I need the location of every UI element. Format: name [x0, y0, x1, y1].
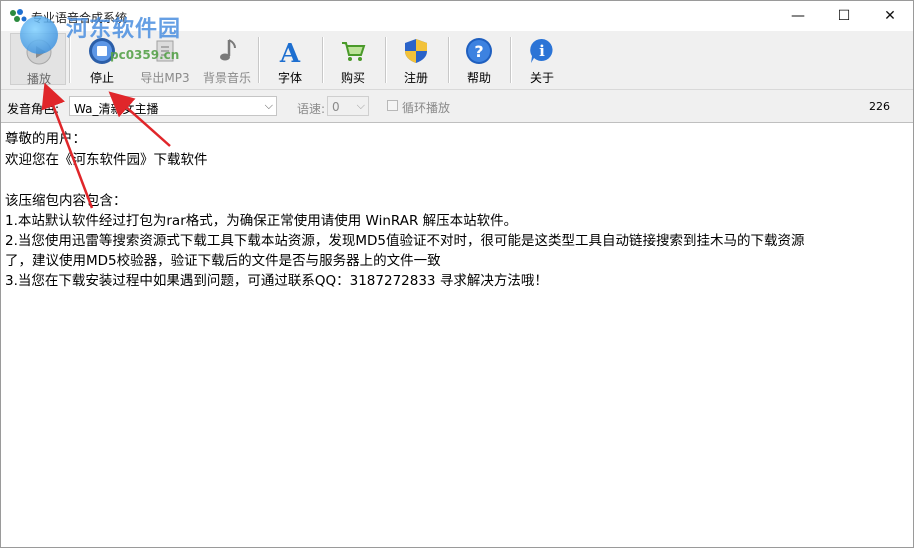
watermark-logo-icon	[20, 16, 58, 54]
background-music-button[interactable]: 背景音乐	[199, 33, 255, 85]
character-count: 226	[869, 100, 890, 113]
play-label: 播放	[26, 72, 51, 86]
help-button[interactable]: ? 帮助	[451, 33, 507, 85]
buy-label: 购买	[340, 71, 365, 85]
speed-label: 语速:	[297, 102, 326, 116]
speed-select-value: 0	[332, 100, 340, 114]
options-bar: 发音角色: Wa_清新女主播 ⌵ 语速: 0 ⌵ 循环播放 226	[1, 90, 913, 123]
stop-label: 停止	[89, 71, 114, 85]
text-line: 1.本站默认软件经过打包为rar格式，为确保正常使用请使用 WinRAR 解压本…	[5, 213, 518, 229]
chevron-down-icon: ⌵	[356, 99, 365, 112]
text-line: 尊敬的用户：	[5, 131, 86, 147]
minimize-button[interactable]: —	[775, 1, 821, 31]
about-label: 关于	[529, 71, 554, 85]
text-line: 3.当您在下载安装过程中如果遇到问题，可通过联系QQ：3187272833 寻求…	[5, 273, 548, 289]
register-button[interactable]: 注册	[388, 33, 444, 85]
toolbar-separator	[510, 37, 512, 83]
close-button[interactable]: ✕	[867, 1, 913, 31]
svg-text:A: A	[279, 39, 301, 65]
shield-icon	[405, 39, 427, 63]
voice-label: 发音角色:	[7, 102, 60, 116]
about-button[interactable]: i 关于	[514, 33, 570, 85]
loop-label: 循环播放	[402, 101, 451, 115]
toolbar-separator	[258, 37, 260, 83]
loop-checkbox[interactable]	[387, 100, 398, 111]
help-icon: ?	[466, 38, 492, 64]
speed-select[interactable]: 0 ⌵	[327, 96, 369, 116]
info-icon: i	[530, 38, 553, 63]
speech-text-area[interactable]: 尊敬的用户： 欢迎您在《河东软件园》下载软件 该压缩包内容包含： 1.本站默认软…	[1, 123, 913, 547]
text-line: 2.当您使用迅雷等搜索资源式下载工具下载本站资源，发现MD5值验证不对时，很可能…	[5, 233, 805, 249]
toolbar-separator	[448, 37, 450, 83]
svg-text:i: i	[539, 42, 545, 60]
toolbar-separator	[385, 37, 387, 83]
register-label: 注册	[403, 71, 428, 85]
help-label: 帮助	[466, 71, 491, 85]
maximize-button[interactable]: ☐	[821, 1, 867, 31]
watermark-url: pc0359.cn	[110, 48, 180, 62]
font-label: 字体	[277, 71, 302, 85]
chevron-down-icon: ⌵	[264, 99, 273, 112]
buy-button[interactable]: 购买	[325, 33, 381, 85]
text-line: 了，建议使用MD5校验器，验证下载后的文件是否与服务器上的文件一致	[5, 253, 441, 269]
background-music-label: 背景音乐	[202, 71, 251, 85]
voice-select-value: Wa_清新女主播	[74, 102, 159, 116]
toolbar-separator	[69, 37, 71, 83]
toolbar-separator	[322, 37, 324, 83]
cart-icon	[342, 42, 366, 61]
watermark-text: 河东软件园	[66, 16, 182, 42]
font-icon: A	[279, 39, 301, 65]
export-mp3-label: 导出MP3	[140, 71, 190, 85]
app-window: 专业语音合成系统 — ☐ ✕ 播放 停止 导出MP3 背景音乐 A 字体 购买 …	[0, 0, 914, 548]
svg-text:?: ?	[474, 42, 483, 61]
text-line: 欢迎您在《河东软件园》下载软件	[5, 152, 208, 168]
voice-select[interactable]: Wa_清新女主播 ⌵	[69, 96, 277, 116]
font-button[interactable]: A 字体	[262, 33, 318, 85]
text-line: 该压缩包内容包含：	[5, 193, 127, 209]
music-note-icon	[220, 39, 236, 61]
